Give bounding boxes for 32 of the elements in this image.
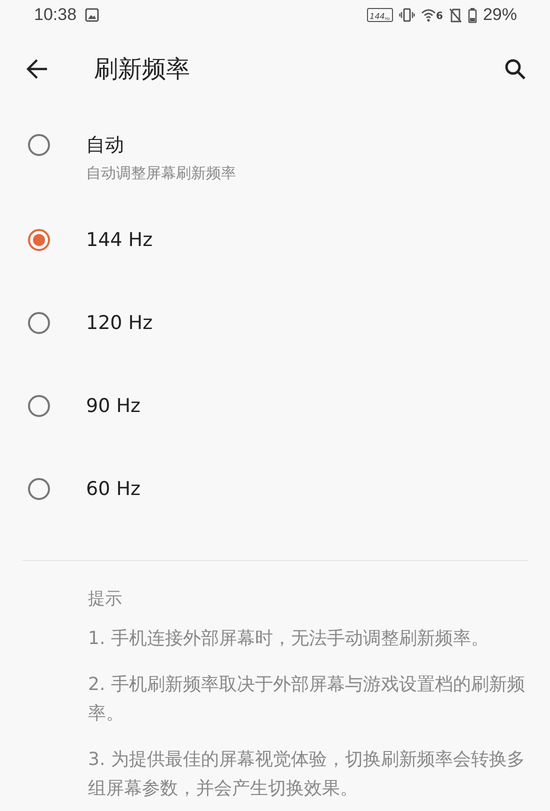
wifi-icon	[421, 8, 436, 22]
tip-text: 2. 手机刷新频率取决于外部屏幕与游戏设置档的刷新频率。	[88, 673, 526, 726]
image-icon	[84, 8, 99, 22]
no-sim-icon	[448, 8, 462, 22]
option-label: 自动	[86, 133, 125, 158]
radio-option[interactable]: 60 Hz	[0, 447, 550, 530]
vibrate-icon	[399, 8, 415, 22]
back-arrow-icon	[26, 59, 48, 79]
radio-button[interactable]	[28, 134, 50, 156]
wifi-standard-label: 6	[436, 11, 443, 22]
option-label: 60 Hz	[86, 476, 140, 502]
refresh-rate-number: 144	[370, 13, 385, 21]
battery-icon	[468, 8, 477, 22]
radio-option[interactable]: 自动 自动调整屏幕刷新频率	[0, 108, 550, 198]
clock-time: 10:38	[34, 5, 77, 25]
radio-button[interactable]	[28, 478, 50, 500]
tip-text: 3. 为提供最佳的屏幕视觉体验，切换刷新频率会转换多组屏幕参数，并会产生切换效果。	[88, 748, 526, 801]
option-label: 90 Hz	[86, 394, 140, 418]
battery-percentage: 29%	[482, 5, 517, 25]
tips-heading: 提示	[88, 588, 123, 610]
search-icon	[504, 58, 526, 80]
radio-option[interactable]: 120 Hz	[0, 281, 550, 364]
tip-text: 1. 手机连接外部屏幕时，无法手动调整刷新频率。	[88, 627, 490, 651]
radio-button[interactable]	[28, 312, 50, 334]
option-label: 120 Hz	[86, 310, 153, 336]
page-title: 刷新频率	[94, 54, 191, 85]
option-label: 144 Hz	[86, 228, 153, 252]
option-description: 自动调整屏幕刷新频率	[86, 164, 236, 183]
radio-button[interactable]	[28, 394, 50, 416]
radio-option[interactable]: 144 Hz	[0, 198, 550, 281]
radio-option[interactable]: 90 Hz	[0, 364, 550, 447]
radio-button[interactable]	[28, 228, 50, 250]
